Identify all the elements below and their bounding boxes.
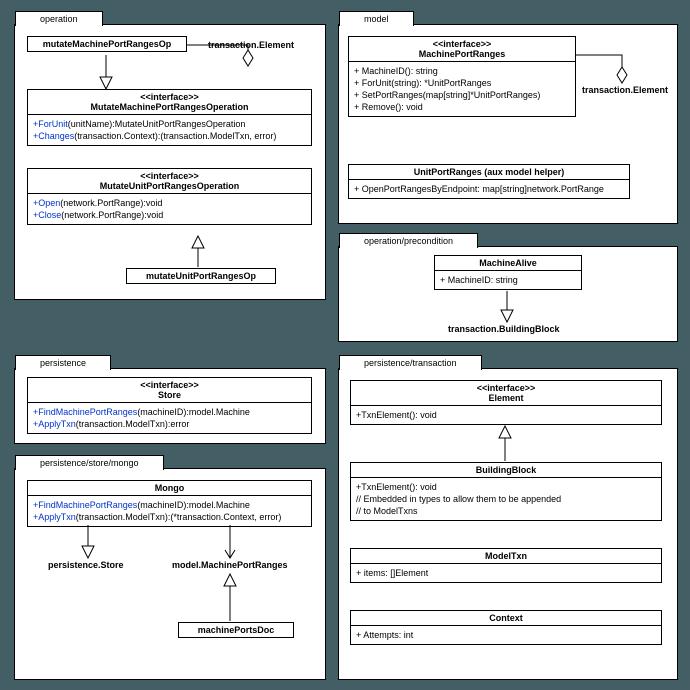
name-mmpro: MutateMachinePortRangesOperation — [90, 102, 248, 112]
body-mupro: +Open(network.PortRange):void +Close(net… — [28, 194, 311, 224]
title-element: <<interface>> Element — [351, 381, 661, 406]
name-mpr: MachinePortRanges — [419, 49, 506, 59]
package-tab-persistence: persistence — [15, 355, 111, 370]
package-tab-persistence-transaction: persistence/transaction — [339, 355, 482, 370]
body-store: +FindMachinePortRanges(machineID):model.… — [28, 403, 311, 433]
package-tab-model: model — [339, 11, 414, 26]
stereo-mmpro: <<interface>> — [32, 92, 307, 102]
class-Element: <<interface>> Element +TxnElement(): voi… — [350, 380, 662, 425]
name-store: Store — [158, 390, 181, 400]
class-BuildingBlock: BuildingBlock +TxnElement(): void // Emb… — [350, 462, 662, 521]
title-upr: UnitPortRanges (aux model helper) — [349, 165, 629, 180]
class-MachineAlive: MachineAlive + MachineID: string — [434, 255, 582, 290]
title-mpr: <<interface>> MachinePortRanges — [349, 37, 575, 62]
name-element: Element — [488, 393, 523, 403]
package-tab-mongo: persistence/store/mongo — [15, 455, 164, 470]
package-operation: operation — [14, 24, 326, 300]
class-MutateMachinePortRangesOperation: <<interface>> MutateMachinePortRangesOpe… — [27, 89, 312, 146]
package-tab-operation: operation — [15, 11, 103, 26]
stereo-store: <<interface>> — [32, 380, 307, 390]
class-mutateMachinePortRangesOp: mutateMachinePortRangesOp — [27, 36, 187, 52]
title-mupro: <<interface>> MutateUnitPortRangesOperat… — [28, 169, 311, 194]
package-tab-precondition: operation/precondition — [339, 233, 478, 248]
class-mutateUnitPortRangesOp: mutateUnitPortRangesOp — [126, 268, 276, 284]
title-modeltxn: ModelTxn — [351, 549, 661, 564]
label-transaction-element-1: transaction.Element — [208, 40, 294, 50]
class-Mongo: Mongo +FindMachinePortRanges(machineID):… — [27, 480, 312, 527]
title-context: Context — [351, 611, 661, 626]
title-mmpro: <<interface>> MutateMachinePortRangesOpe… — [28, 90, 311, 115]
label-transaction-element-2: transaction.Element — [582, 85, 668, 95]
body-mmpro: +ForUnit(unitName):MutateUnitPortRangesO… — [28, 115, 311, 145]
class-MutateUnitPortRangesOperation: <<interface>> MutateUnitPortRangesOperat… — [27, 168, 312, 225]
body-mongo: +FindMachinePortRanges(machineID):model.… — [28, 496, 311, 526]
title-mutateMachinePortRangesOp: mutateMachinePortRangesOp — [28, 37, 186, 51]
class-ModelTxn: ModelTxn + items: []Element — [350, 548, 662, 583]
class-MachinePortRanges: <<interface>> MachinePortRanges + Machin… — [348, 36, 576, 117]
title-mongo: Mongo — [28, 481, 311, 496]
class-UnitPortRanges: UnitPortRanges (aux model helper) + Open… — [348, 164, 630, 199]
stereo-element: <<interface>> — [355, 383, 657, 393]
stereo-mupro: <<interface>> — [32, 171, 307, 181]
title-store: <<interface>> Store — [28, 378, 311, 403]
body-modeltxn: + items: []Element — [351, 564, 661, 582]
body-bb: +TxnElement(): void // Embedded in types… — [351, 478, 661, 520]
title-bb: BuildingBlock — [351, 463, 661, 478]
body-context: + Attempts: int — [351, 626, 661, 644]
class-Context: Context + Attempts: int — [350, 610, 662, 645]
stereo-mpr: <<interface>> — [353, 39, 571, 49]
class-Store: <<interface>> Store +FindMachinePortRang… — [27, 377, 312, 434]
label-persistence-store: persistence.Store — [48, 560, 124, 570]
body-machinealive: + MachineID: string — [435, 271, 581, 289]
label-model-machineportranges: model.MachinePortRanges — [172, 560, 288, 570]
title-machinealive: MachineAlive — [435, 256, 581, 271]
class-machinePortsDoc: machinePortsDoc — [178, 622, 294, 638]
title-mutateUnitPortRangesOp: mutateUnitPortRangesOp — [127, 269, 275, 283]
label-transaction-buildingblock: transaction.BuildingBlock — [448, 324, 560, 334]
name-mupro: MutateUnitPortRangesOperation — [100, 181, 240, 191]
body-upr: + OpenPortRangesByEndpoint: map[string]n… — [349, 180, 629, 198]
body-mpr: + MachineID(): string + ForUnit(string):… — [349, 62, 575, 116]
title-machineportsdoc: machinePortsDoc — [179, 623, 293, 637]
body-element: +TxnElement(): void — [351, 406, 661, 424]
